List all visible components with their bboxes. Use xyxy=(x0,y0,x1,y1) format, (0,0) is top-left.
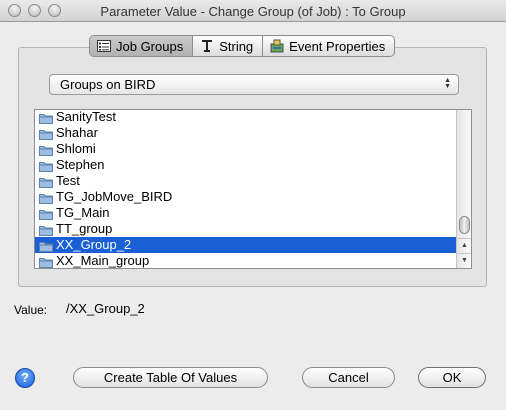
folder-icon xyxy=(39,160,53,172)
list-item-label: SanityTest xyxy=(56,109,116,124)
folder-icon xyxy=(39,144,53,156)
list-item[interactable]: SanityTest xyxy=(35,109,457,125)
list-item-label: TG_Main xyxy=(56,205,110,220)
tab-label: String xyxy=(219,38,254,54)
group-source-select[interactable]: Groups on BIRD ▲ ▼ xyxy=(49,74,459,95)
list-item-label: Stephen xyxy=(56,157,105,172)
create-table-of-values-button[interactable]: Create Table Of Values xyxy=(73,367,268,388)
vertical-scrollbar[interactable]: ▲ ▼ xyxy=(456,110,471,268)
title-bar: Parameter Value - Change Group (of Job) … xyxy=(0,0,506,22)
list-item[interactable]: XX_Main_group xyxy=(35,253,457,268)
list-item-label: Shlomi xyxy=(56,141,96,156)
folder-icon xyxy=(39,128,53,140)
text-cursor-icon xyxy=(200,39,214,53)
list-item[interactable]: XX_Group_2 xyxy=(35,237,457,253)
value-text: /XX_Group_2 xyxy=(66,301,145,316)
cancel-button[interactable]: Cancel xyxy=(302,367,395,388)
folder-icon xyxy=(39,208,53,220)
tab-string[interactable]: String xyxy=(193,36,264,56)
window-title: Parameter Value - Change Group (of Job) … xyxy=(100,4,406,19)
scroll-down-arrow-icon[interactable]: ▼ xyxy=(457,253,471,267)
tab-label: Event Properties xyxy=(289,38,386,54)
help-button[interactable]: ? xyxy=(15,368,35,388)
scroll-up-arrow-icon[interactable]: ▲ xyxy=(457,238,471,252)
folder-icon xyxy=(39,224,53,236)
value-label: Value: xyxy=(14,303,48,317)
ok-button[interactable]: OK xyxy=(418,367,486,388)
folder-icon xyxy=(39,256,53,268)
list-item[interactable]: Stephen xyxy=(35,157,457,173)
folder-icon xyxy=(39,176,53,188)
list-item-label: TT_group xyxy=(56,221,113,236)
folder-icon xyxy=(39,240,53,252)
list-item[interactable]: TT_group xyxy=(35,221,457,237)
list-icon xyxy=(97,39,111,53)
scrollbar-thumb[interactable] xyxy=(459,216,470,234)
list-item[interactable]: TG_Main xyxy=(35,205,457,221)
folder-icon xyxy=(39,112,53,124)
list-item[interactable]: Shlomi xyxy=(35,141,457,157)
list-item[interactable]: TG_JobMove_BIRD xyxy=(35,189,457,205)
list-item-label: XX_Main_group xyxy=(56,253,150,268)
group-source-value: Groups on BIRD xyxy=(60,77,156,92)
event-properties-icon xyxy=(270,39,284,53)
tab-bar: Job Groups String Event Properties xyxy=(89,35,396,57)
group-list-rows: SanityTest Shahar Shlomi Stephen Test TG_JobM… xyxy=(35,109,457,268)
list-item[interactable]: Shahar xyxy=(35,125,457,141)
list-item-label: TG_JobMove_BIRD xyxy=(56,189,173,204)
tab-job-groups[interactable]: Job Groups xyxy=(90,36,194,56)
updown-arrows-icon: ▲ ▼ xyxy=(444,77,451,90)
group-list[interactable]: SanityTest Shahar Shlomi Stephen Test TG_JobM… xyxy=(34,109,472,269)
list-item-label: Shahar xyxy=(56,125,98,140)
tab-event-properties[interactable]: Event Properties xyxy=(263,36,394,56)
list-item-label: Test xyxy=(56,173,80,188)
tab-label: Job Groups xyxy=(116,38,184,54)
list-item[interactable]: Test xyxy=(35,173,457,189)
list-item-label: XX_Group_2 xyxy=(56,237,132,252)
folder-icon xyxy=(39,192,53,204)
